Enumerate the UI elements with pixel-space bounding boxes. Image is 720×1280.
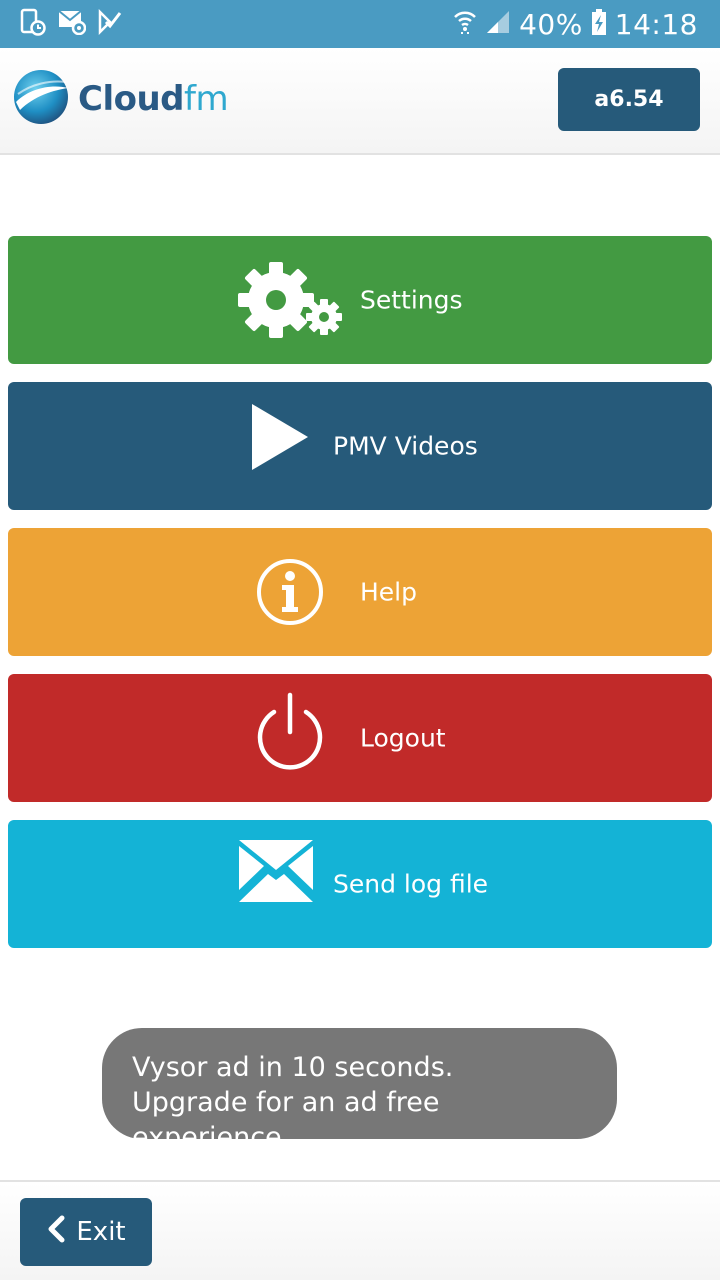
toast-line-1: Vysor ad in 10 seconds. [132,1052,454,1083]
logo-text: Cloudfm [78,79,229,119]
info-icon [256,558,324,631]
mail-settings-icon [58,9,87,40]
status-bar: 40% 14:18 [0,0,720,48]
exit-button[interactable]: Exit [20,1198,152,1266]
version-button[interactable]: a6.54 [558,68,700,131]
battery-charging-icon [591,8,607,41]
logo-text-fm: fm [184,79,229,119]
status-bar-system: 40% 14:18 [453,0,698,48]
cloudfm-logo: Cloudfm [12,66,229,133]
pmv-videos-label: PMV Videos [333,431,478,461]
device-clock-icon [20,8,46,41]
logo-text-cloud: Cloud [78,79,185,119]
logout-button[interactable]: Logout [8,674,712,802]
logout-label: Logout [360,723,446,753]
pmv-videos-button[interactable]: PMV Videos [8,382,712,510]
help-label: Help [360,577,417,607]
envelope-icon [239,840,313,907]
toast-message: Vysor ad in 10 seconds. Upgrade for an a… [102,1028,617,1153]
clock: 14:18 [614,7,698,41]
send-log-file-button[interactable]: Send log file [8,820,712,948]
play-icon [252,404,308,475]
toast-line-2: Upgrade for an ad free experience. [132,1087,440,1153]
app-header: Cloudfm a6.54 [0,48,720,155]
settings-button[interactable]: Settings [8,236,712,364]
help-button[interactable]: Help [8,528,712,656]
send-log-file-label: Send log file [333,869,489,899]
gears-icon [238,260,342,343]
checkmark-app-icon [98,8,122,40]
power-icon [252,692,328,781]
status-bar-notifications [20,8,122,41]
battery-percentage: 40% [519,7,583,41]
signal-icon [485,9,511,40]
chevron-left-icon [46,1215,66,1250]
globe-logo-icon [12,66,70,133]
exit-label: Exit [76,1217,126,1247]
settings-label: Settings [360,285,463,315]
wifi-icon [453,8,477,41]
app-footer: Exit [0,1180,720,1280]
